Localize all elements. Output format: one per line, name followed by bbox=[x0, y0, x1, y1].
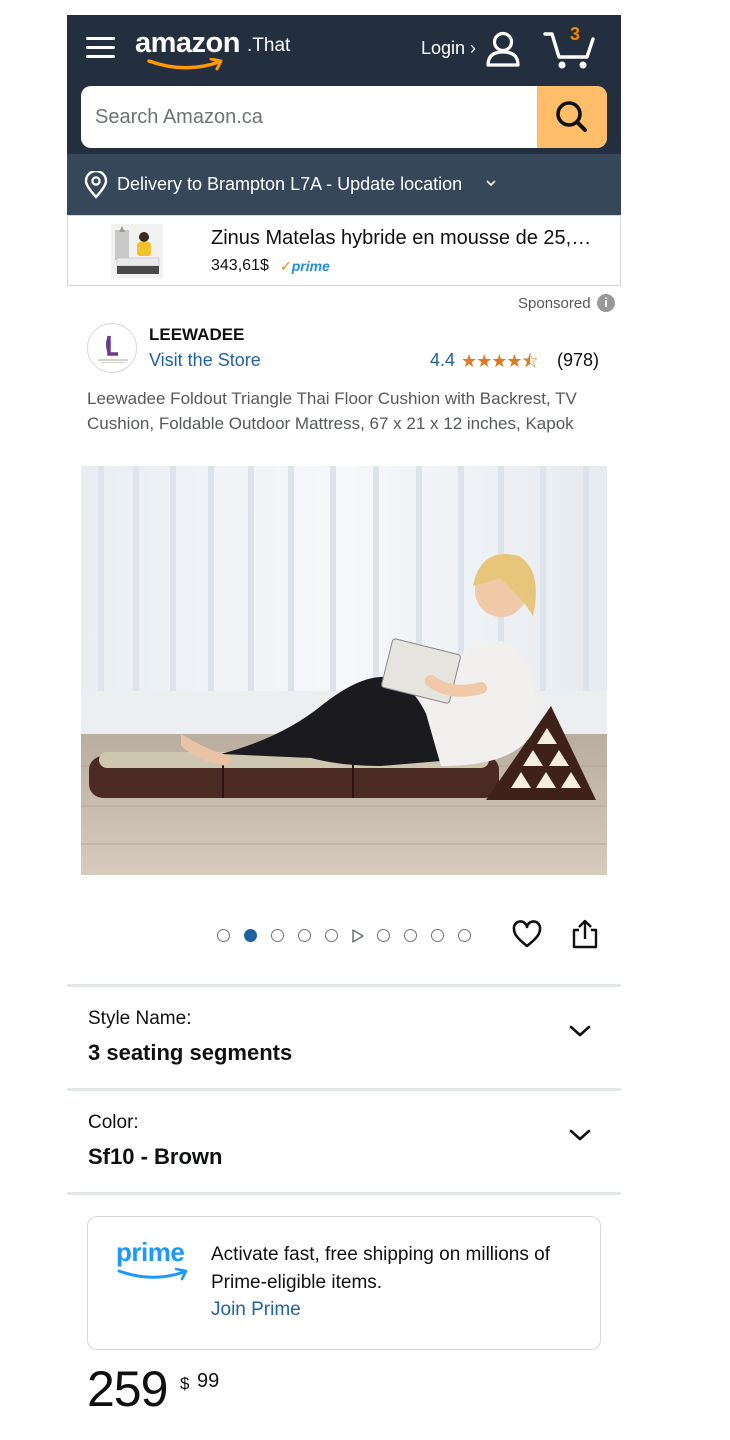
product-image[interactable] bbox=[81, 466, 607, 875]
prime-badge-text: prime bbox=[291, 258, 330, 274]
prime-logo: prime bbox=[116, 1237, 196, 1289]
prime-promo-card: prime Activate fast, free shipping on mi… bbox=[87, 1216, 601, 1350]
location-pin-icon bbox=[84, 171, 108, 199]
visit-store-link[interactable]: Visit the Store bbox=[149, 350, 261, 371]
top-header: amazon .That Login › 3 bbox=[67, 15, 621, 154]
price-cents: 99 bbox=[197, 1370, 220, 1392]
sponsored-label: Sponsored bbox=[518, 295, 591, 312]
prime-logo-text: prime bbox=[116, 1237, 185, 1267]
style-name-selector[interactable]: Style Name: 3 seating segments bbox=[67, 987, 621, 1088]
product-title: Leewadee Foldout Triangle Thai Floor Cus… bbox=[87, 389, 577, 433]
video-play-icon[interactable] bbox=[351, 928, 365, 944]
style-name-label: Style Name: bbox=[88, 1008, 192, 1029]
info-icon[interactable]: i bbox=[597, 294, 615, 312]
cart-button[interactable]: 3 bbox=[543, 24, 597, 73]
banner-price: 343,61$ bbox=[211, 257, 269, 274]
color-value: Sf10 - Brown bbox=[88, 1144, 223, 1169]
image-carousel-indicators bbox=[217, 927, 477, 945]
leewadee-logo-icon bbox=[98, 335, 128, 363]
banner-product-title: Zinus Matelas hybride en mousse de 25,… bbox=[211, 227, 592, 249]
carousel-dot[interactable] bbox=[271, 929, 284, 942]
search-bar bbox=[81, 86, 607, 148]
brand-name: LEEWADEE bbox=[149, 325, 245, 344]
chevron-down-icon bbox=[569, 1129, 591, 1141]
heart-icon[interactable] bbox=[512, 920, 542, 950]
mattress-thumbnail-image bbox=[111, 224, 163, 278]
rating-value[interactable]: 4.4 bbox=[430, 350, 455, 371]
search-input[interactable] bbox=[81, 86, 536, 148]
chevron-down-icon bbox=[486, 180, 496, 187]
logo-wordmark: amazon bbox=[135, 27, 240, 59]
divider bbox=[67, 1192, 621, 1195]
cart-count-badge: 3 bbox=[569, 24, 580, 44]
join-prime-link[interactable]: Join Prime bbox=[211, 1299, 301, 1321]
style-name-value: 3 seating segments bbox=[88, 1040, 293, 1065]
logo-suffix: .That bbox=[247, 35, 291, 56]
carousel-dot[interactable] bbox=[217, 929, 230, 942]
chevron-down-icon bbox=[569, 1025, 591, 1037]
carousel-dot[interactable] bbox=[458, 929, 471, 942]
prime-smile-icon bbox=[117, 1267, 188, 1281]
price-currency-symbol: $ bbox=[180, 1374, 190, 1393]
login-link[interactable]: Login › bbox=[421, 38, 476, 59]
user-icon[interactable] bbox=[485, 30, 521, 68]
share-icon[interactable] bbox=[570, 918, 600, 950]
delivery-text: Delivery to Brampton L7A - Update locati… bbox=[117, 174, 463, 194]
prime-badge: ✓prime bbox=[280, 258, 330, 274]
carousel-dot-active[interactable] bbox=[244, 929, 257, 942]
store-logo[interactable] bbox=[87, 323, 137, 373]
carousel-dot[interactable] bbox=[377, 929, 390, 942]
search-icon bbox=[556, 101, 587, 132]
color-label: Color: bbox=[88, 1112, 139, 1133]
sponsored-product-banner[interactable]: Zinus Matelas hybride en mousse de 25,… … bbox=[67, 215, 621, 286]
color-selector[interactable]: Color: Sf10 - Brown bbox=[67, 1091, 621, 1192]
search-button[interactable] bbox=[537, 86, 607, 148]
product-photo bbox=[81, 466, 607, 875]
carousel-dot[interactable] bbox=[298, 929, 311, 942]
review-count[interactable]: (978) bbox=[557, 350, 599, 371]
smile-arrow-icon bbox=[147, 58, 223, 71]
carousel-dot[interactable] bbox=[431, 929, 444, 942]
prime-message: Activate fast, free shipping on millions… bbox=[211, 1244, 551, 1293]
menu-icon[interactable] bbox=[85, 33, 117, 63]
delivery-location-bar[interactable]: Delivery to Brampton L7A - Update locati… bbox=[67, 154, 621, 215]
app-frame: amazon .That Login › 3 Search Amazon.ca … bbox=[67, 15, 621, 1440]
price-whole: 259 bbox=[87, 1361, 168, 1417]
carousel-dot[interactable] bbox=[325, 929, 338, 942]
carousel-dot[interactable] bbox=[404, 929, 417, 942]
product-price: 259 $ 99 bbox=[87, 1360, 387, 1430]
star-rating[interactable]: ★★★★⯪ bbox=[461, 349, 539, 379]
